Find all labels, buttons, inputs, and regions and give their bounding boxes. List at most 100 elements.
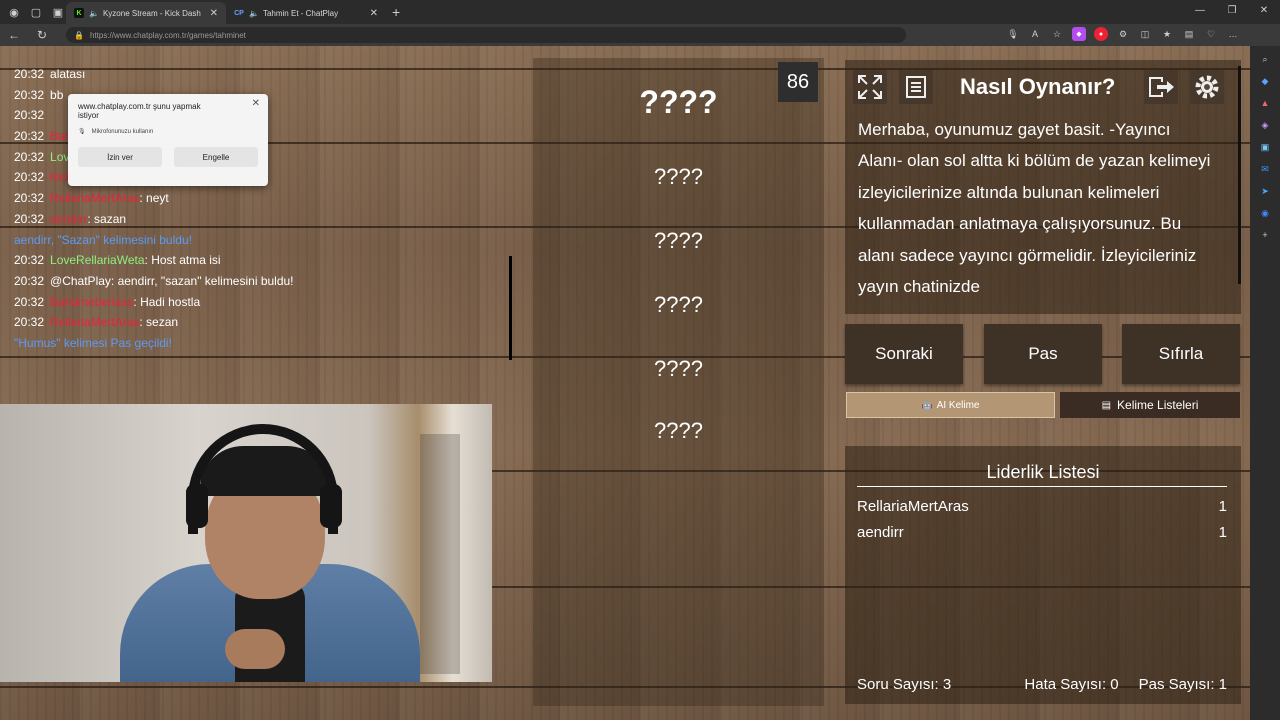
allow-button[interactable]: İzin ver bbox=[78, 147, 162, 167]
rules-list-icon[interactable] bbox=[899, 70, 933, 104]
shopping-icon[interactable]: ▲ bbox=[1258, 96, 1272, 110]
chat-timestamp: 20:32 bbox=[14, 170, 45, 185]
close-window-icon[interactable]: ✕ bbox=[1248, 0, 1280, 24]
chat-text: alatası bbox=[50, 67, 86, 81]
chat-timestamp: 20:32 bbox=[14, 191, 45, 206]
chat-message: 20:32 aendirr: sazan bbox=[14, 209, 514, 230]
how-to-scrollbar[interactable] bbox=[1238, 66, 1241, 284]
tab-ai-label: AI Kelime bbox=[936, 399, 980, 411]
how-to-play-text: Merhaba, oyunumuz gayet basit. -Yayıncı … bbox=[858, 120, 1211, 296]
chat-text: : sezan bbox=[139, 315, 179, 330]
chat-username[interactable]: LoveRellariaWeta bbox=[50, 253, 145, 267]
copilot-icon[interactable]: ◆ bbox=[1258, 74, 1272, 88]
chat-text: bb bbox=[50, 87, 64, 102]
window-controls: — ❐ ✕ bbox=[1184, 0, 1280, 24]
close-popup-icon[interactable]: ✕ bbox=[252, 98, 260, 109]
sidebar-rail: ⌕ ◆ ▲ ◈ ▣ ✉ ➤ ◉ + bbox=[1250, 46, 1280, 720]
games-icon[interactable]: ▣ bbox=[1258, 140, 1272, 154]
chat-username[interactable]: "Humus" kelimesi Pas geçildi! bbox=[14, 336, 172, 350]
webcam-overlay bbox=[0, 404, 492, 682]
extensions-icon[interactable]: ⚙ bbox=[1116, 27, 1130, 41]
add-sidebar-icon[interactable]: + bbox=[1258, 228, 1272, 242]
mic-request-text: Mikrofonunuzu kullanın bbox=[91, 128, 154, 135]
chat-username[interactable]: Bahdmeberlass bbox=[50, 295, 133, 309]
exit-icon[interactable] bbox=[1144, 70, 1178, 104]
tab-word-lists[interactable]: ▤ Kelime Listeleri bbox=[1060, 392, 1240, 418]
chat-timestamp: 20:32 bbox=[14, 253, 45, 268]
block-button[interactable]: Engelle bbox=[174, 147, 258, 167]
more-icon[interactable]: … bbox=[1226, 27, 1240, 41]
word-column bbox=[533, 58, 824, 706]
tab-actions-icon[interactable]: ▣ bbox=[50, 4, 66, 20]
error-count: Hata Sayısı: 0 bbox=[1024, 676, 1119, 693]
profile-icon[interactable]: ◉ bbox=[6, 4, 22, 20]
chat-message: "Humus" kelimesi Pas geçildi! bbox=[14, 333, 514, 354]
countdown-timer: 86 bbox=[778, 62, 818, 102]
collections-icon[interactable]: ▤ bbox=[1182, 27, 1196, 41]
chat-text: : sazan bbox=[87, 211, 127, 226]
leaderboard-panel: Liderlik Listesi RellariaMertAras 1 aend… bbox=[845, 446, 1241, 704]
pass-count: Pas Sayısı: 1 bbox=[1138, 676, 1227, 693]
read-aloud-icon[interactable]: A bbox=[1028, 27, 1042, 41]
close-tab-icon[interactable]: ✕ bbox=[370, 8, 378, 19]
maximize-icon[interactable]: ❐ bbox=[1216, 0, 1248, 24]
close-tab-icon[interactable]: ✕ bbox=[210, 8, 218, 19]
outlook-icon[interactable]: ✉ bbox=[1258, 162, 1272, 176]
chat-timestamp: 20:32 bbox=[14, 211, 45, 226]
tab-kick[interactable]: K 🔈 Kyzone Stream - Kick Dash ✕ bbox=[66, 2, 226, 24]
reset-button[interactable]: Sıfırla bbox=[1122, 324, 1240, 384]
chat-scrollbar[interactable] bbox=[509, 256, 512, 360]
fullscreen-icon[interactable] bbox=[853, 70, 887, 104]
chat-username[interactable]: @ChatPlay bbox=[50, 274, 111, 288]
favorites-icon[interactable]: ★ bbox=[1160, 27, 1174, 41]
extension-icon[interactable]: ◆ bbox=[1072, 27, 1086, 41]
lock-icon[interactable]: 🔒 bbox=[74, 31, 84, 40]
player-score: 1 bbox=[1218, 524, 1227, 541]
tab-ai-word[interactable]: 🤖 AI Kelime bbox=[846, 392, 1055, 418]
new-tab-icon[interactable]: + bbox=[392, 4, 400, 20]
robot-icon: 🤖 bbox=[921, 399, 933, 410]
tab-title: Tahmin Et - ChatPlay bbox=[262, 8, 339, 18]
webcam-chair bbox=[420, 434, 460, 674]
tab-chatplay[interactable]: CP 🔈 Tahmin Et - ChatPlay ✕ bbox=[226, 2, 386, 24]
mic-permission-popup: ✕ www.chatplay.com.tr şunu yapmak istiyo… bbox=[68, 94, 268, 186]
stats-footer: Soru Sayısı: 3 Hata Sayısı: 0 Pas Sayısı… bbox=[857, 676, 1227, 693]
workspaces-icon[interactable]: ▢ bbox=[28, 4, 44, 20]
favorite-star-icon[interactable]: ☆ bbox=[1050, 27, 1064, 41]
chat-username[interactable]: RellariaMertAras bbox=[50, 191, 139, 205]
chat-username[interactable]: aendirr, "Sazan" kelimesini buldu! bbox=[14, 233, 192, 247]
chat-username[interactable]: RellariaMertAras bbox=[50, 315, 139, 329]
back-icon[interactable]: ← bbox=[0, 28, 28, 42]
speaker-icon[interactable]: 🔈 bbox=[249, 9, 259, 18]
url-text: https://www.chatplay.com.tr/games/tahmin… bbox=[89, 30, 246, 40]
mic-blocked-icon[interactable]: 🎙 bbox=[1006, 27, 1020, 41]
send-icon[interactable]: ➤ bbox=[1258, 184, 1272, 198]
leaderboard-title: Liderlik Listesi bbox=[986, 462, 1100, 482]
extension-red-icon[interactable]: ● bbox=[1094, 27, 1108, 41]
search-icon[interactable]: ⌕ bbox=[1258, 52, 1272, 66]
hidden-word: ???? bbox=[654, 228, 703, 253]
url-field[interactable]: 🔒 https://www.chatplay.com.tr/games/tahm… bbox=[66, 27, 906, 43]
chat-message: 20:32 RellariaMertAras: neyt bbox=[14, 188, 514, 209]
refresh-icon[interactable]: ↻ bbox=[28, 28, 56, 42]
pass-button[interactable]: Pas bbox=[984, 324, 1102, 384]
settings-gear-icon[interactable] bbox=[1190, 70, 1224, 104]
tools-icon[interactable]: ◈ bbox=[1258, 118, 1272, 132]
drop-icon[interactable]: ◉ bbox=[1258, 206, 1272, 220]
chat-message: 20:32 RellariaMertAras: sezan bbox=[14, 312, 514, 333]
microphone-icon: 🎙 bbox=[78, 129, 86, 135]
split-screen-icon[interactable]: ◫ bbox=[1138, 27, 1152, 41]
performance-icon[interactable]: ♡ bbox=[1204, 27, 1218, 41]
chat-timestamp: 20:32 bbox=[14, 67, 45, 81]
chat-text: : neyt bbox=[139, 191, 169, 206]
next-button[interactable]: Sonraki bbox=[845, 324, 963, 384]
speaker-icon[interactable]: 🔈 bbox=[89, 9, 99, 18]
chatplay-favicon-icon: CP bbox=[234, 9, 244, 17]
webcam-earcup bbox=[186, 484, 208, 528]
chat-username[interactable]: aendirr bbox=[50, 212, 87, 226]
minimize-icon[interactable]: — bbox=[1184, 0, 1216, 24]
webcam-hand bbox=[225, 629, 285, 669]
game-page: 20:32 alatası 20:32 bb 20:32 20:32 Bahdmeberla… bbox=[0, 46, 1250, 720]
chat-timestamp: 20:32 bbox=[14, 149, 45, 164]
popup-text: www.chatplay.com.tr şunu yapmak bbox=[78, 102, 201, 111]
